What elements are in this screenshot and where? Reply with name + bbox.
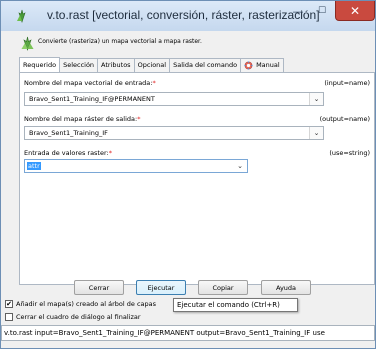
- run-tooltip: Ejecutar el comando (Ctrl+R): [173, 298, 298, 312]
- use-label: Entrada de valores raster:*: [24, 149, 112, 157]
- required-mark: *: [152, 79, 156, 87]
- tab-requerido[interactable]: Requerido: [19, 57, 61, 72]
- close-on-finish-label: Cerrar el cuadro de diálogo al finalizar: [16, 313, 141, 321]
- required-mark: *: [108, 149, 112, 157]
- maximize-button[interactable]: ☐: [311, 1, 333, 21]
- title-bar[interactable]: v.to.rast [vectorial, conversión, ráster…: [1, 1, 375, 31]
- chevron-down-icon[interactable]: ⌄: [233, 160, 247, 172]
- input-map-label-text: Nombre del mapa vectorial de entrada:: [24, 79, 153, 87]
- output-map-value: Bravo_Sent1_Training_IF: [29, 129, 108, 137]
- chevron-down-icon[interactable]: ⌄: [309, 127, 323, 139]
- add-layers-option[interactable]: ✔ Añadir el mapa(s) creado al árbol de c…: [5, 300, 156, 308]
- tab-seleccion[interactable]: Selección: [59, 58, 99, 72]
- tab-atributos[interactable]: Atributos: [97, 58, 135, 72]
- tab-salida-comando[interactable]: Salida del comando: [169, 58, 242, 72]
- tab-manual[interactable]: Manual: [240, 58, 284, 72]
- close-on-finish-option[interactable]: Cerrar el cuadro de diálogo al finalizar: [5, 313, 141, 321]
- window-title: v.to.rast [vectorial, conversión, ráster…: [47, 8, 320, 22]
- tab-opcional[interactable]: Opcional: [133, 58, 171, 72]
- tab-manual-label: Manual: [256, 61, 280, 69]
- required-mark: *: [137, 115, 141, 123]
- chevron-down-icon[interactable]: ⌄: [309, 93, 323, 105]
- output-map-label-text: Nombre del mapa ráster de salida:: [24, 115, 138, 123]
- description-text: Convierte (rasteriza) un mapa vectorial …: [38, 38, 202, 45]
- use-value: attr: [27, 162, 41, 170]
- input-key: (input=name): [324, 79, 370, 87]
- copy-button[interactable]: Copiar: [198, 280, 248, 295]
- add-layers-label: Añadir el mapa(s) creado al árbol de cap…: [16, 300, 157, 308]
- command-line[interactable]: v.to.rast input=Bravo_Sent1_Training_IF@…: [1, 325, 375, 341]
- help-button[interactable]: Ayuda: [261, 280, 311, 295]
- close-button[interactable]: Cerrar: [74, 280, 124, 295]
- input-map-label: Nombre del mapa vectorial de entrada:*: [24, 79, 156, 87]
- required-panel: Nombre del mapa vectorial de entrada:* (…: [19, 72, 375, 285]
- grass-icon: [17, 9, 26, 23]
- input-map-combo[interactable]: Bravo_Sent1_Training_IF@PERMANENT ⌄: [24, 92, 324, 106]
- close-window-button[interactable]: ✕: [335, 1, 375, 21]
- use-label-text: Entrada de valores raster:: [24, 149, 109, 157]
- run-button[interactable]: Ejecutar: [136, 280, 186, 295]
- button-row: Cerrar Ejecutar Copiar Ayuda: [1, 280, 375, 298]
- module-description: Convierte (rasteriza) un mapa vectorial …: [2, 31, 375, 57]
- output-map-combo[interactable]: Bravo_Sent1_Training_IF ⌄: [24, 126, 324, 140]
- help-gear-icon: [244, 61, 253, 70]
- output-map-label: Nombre del mapa ráster de salida:*: [24, 115, 140, 123]
- minimize-button[interactable]: —: [287, 1, 309, 21]
- use-key: (use=string): [329, 149, 370, 157]
- close-on-finish-checkbox[interactable]: [5, 313, 13, 321]
- use-select[interactable]: attr ⌄: [24, 159, 248, 173]
- input-map-value: Bravo_Sent1_Training_IF@PERMANENT: [29, 95, 155, 103]
- tab-bar: Requerido Selección Atributos Opcional S…: [19, 57, 284, 72]
- dialog-window: v.to.rast [vectorial, conversión, ráster…: [0, 0, 376, 349]
- grass-module-icon: [21, 36, 34, 51]
- output-key: (output=name): [319, 115, 370, 123]
- add-layers-checkbox[interactable]: ✔: [5, 300, 13, 308]
